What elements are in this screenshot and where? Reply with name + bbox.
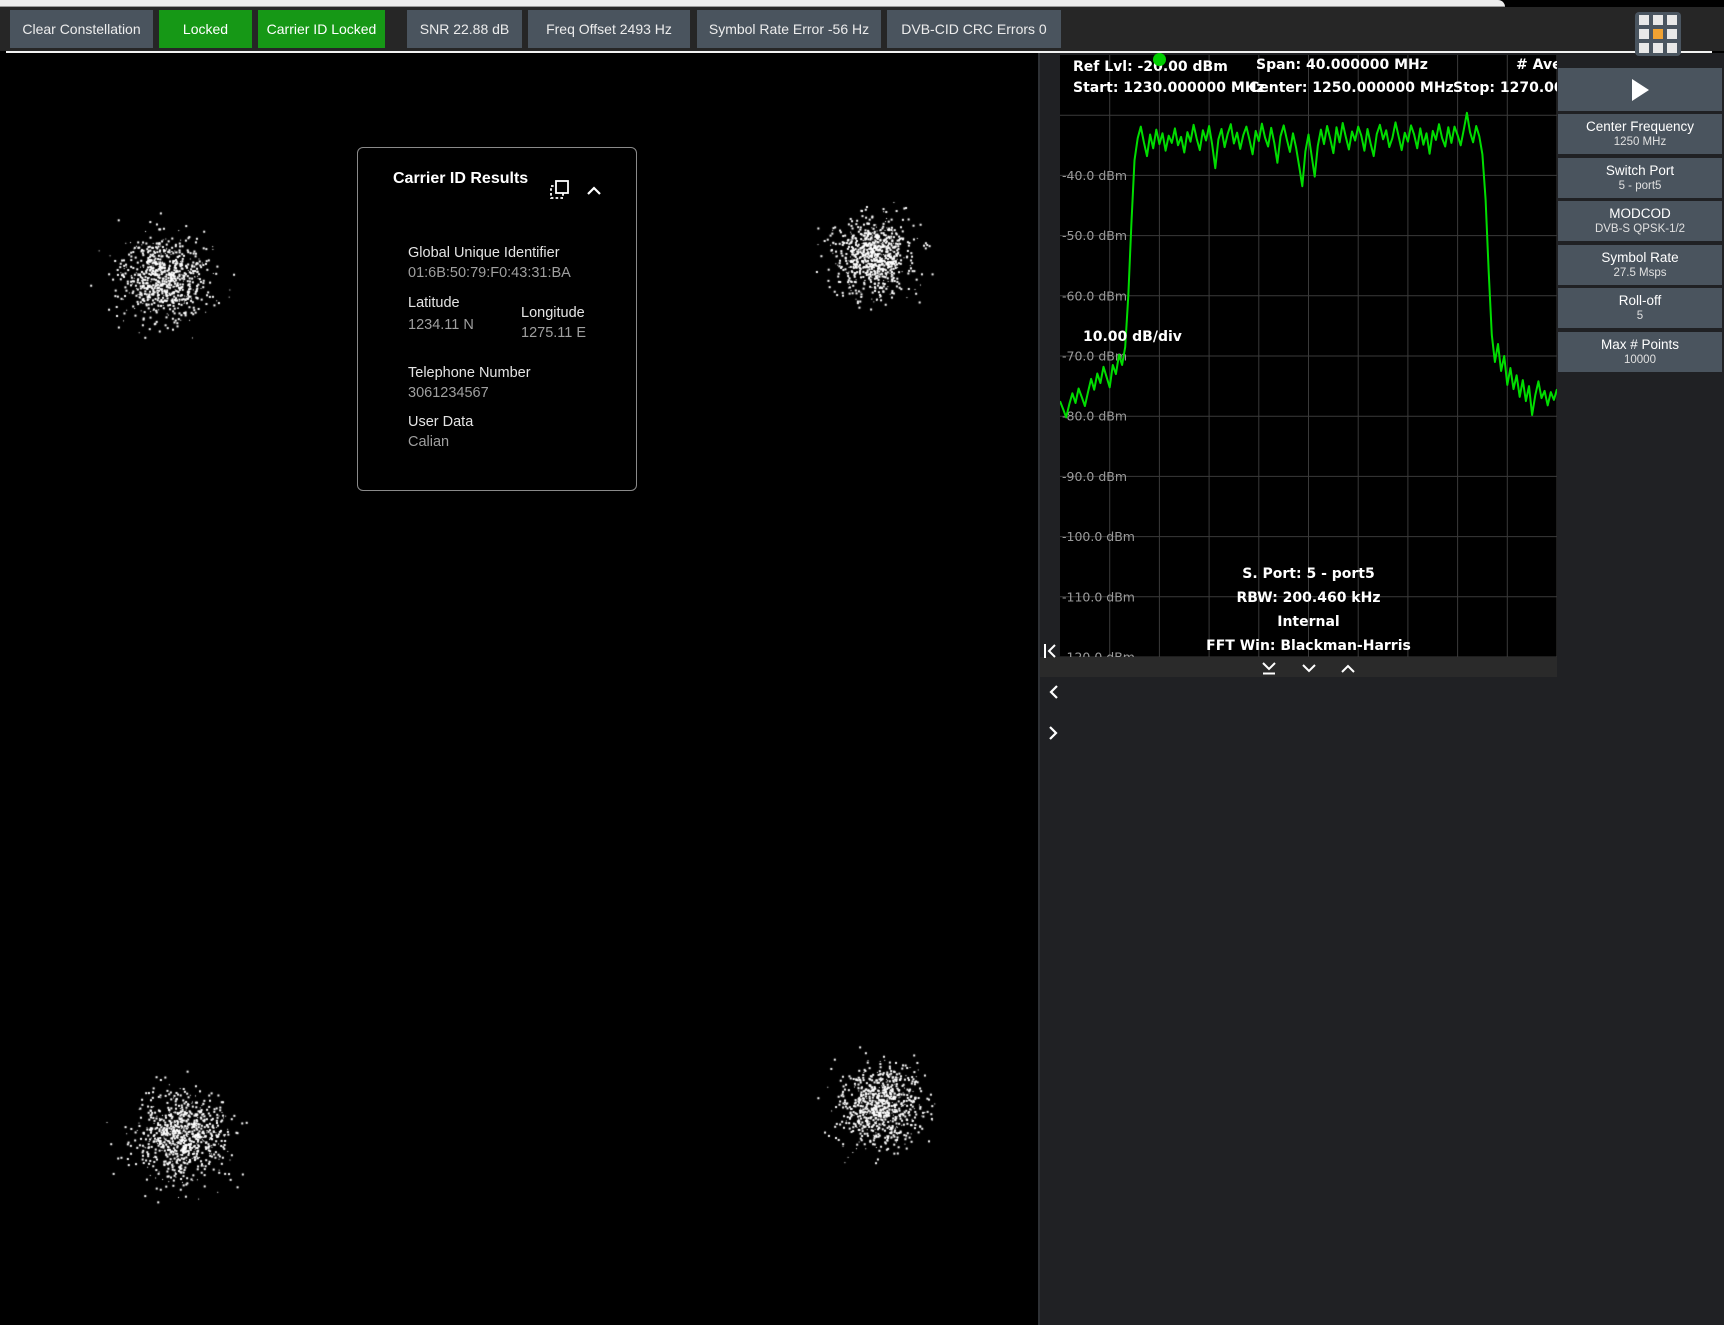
setting-label: Roll-off (1619, 292, 1662, 309)
freq-offset-readout[interactable]: Freq Offset 2493 Hz (528, 10, 690, 48)
chevron-left-icon[interactable] (1046, 684, 1060, 700)
panel-title: Carrier ID Results (393, 170, 528, 188)
setting-label: Max # Points (1601, 336, 1679, 353)
collapse-to-left-icon[interactable] (1043, 643, 1057, 659)
symbol-rate-error-readout[interactable]: Symbol Rate Error -56 Hz (697, 10, 881, 48)
center-freq-readout: Center: 1250.000000 MHz (1249, 80, 1454, 96)
grid-cell (1639, 43, 1649, 53)
longitude-value: 1275.11 E (521, 325, 586, 341)
snr-readout[interactable]: SNR 22.88 dB (407, 10, 522, 48)
play-icon (1632, 79, 1649, 101)
rbw-readout: RBW: 200.460 kHz (1060, 586, 1557, 610)
setting-value: 5 - port5 (1619, 179, 1662, 194)
guid-value: 01:6B:50:79:F0:43:31:BA (408, 265, 571, 281)
chevron-right-icon[interactable] (1046, 725, 1060, 741)
sidebar-symbol-rate[interactable]: Symbol Rate 27.5 Msps (1558, 245, 1722, 285)
setting-label: Switch Port (1606, 162, 1674, 179)
grid-cell-active (1653, 29, 1663, 39)
setting-label: Symbol Rate (1601, 249, 1678, 266)
grid-cell (1667, 15, 1677, 25)
latitude-label: Latitude (408, 295, 460, 311)
y-axis-tick-label: -90.0 dBm (1062, 469, 1127, 484)
y-axis-tick-label: -100.0 dBm (1062, 529, 1135, 544)
reference-readout: Internal (1060, 610, 1557, 634)
locked-status-badge[interactable]: Locked (159, 10, 252, 48)
y-axis-tick-label: -80.0 dBm (1062, 409, 1127, 424)
toolbar-separator (6, 51, 1712, 53)
setting-value: 27.5 Msps (1613, 266, 1666, 281)
sidebar-max-points[interactable]: Max # Points 10000 (1558, 332, 1722, 372)
y-axis-tick-label: -40.0 dBm (1062, 168, 1127, 183)
longitude-label: Longitude (521, 305, 585, 321)
sidebar-roll-off[interactable]: Roll-off 5 (1558, 288, 1722, 328)
grid-cell (1667, 29, 1677, 39)
setting-value: 5 (1637, 309, 1643, 324)
app-grid-icon[interactable] (1635, 12, 1681, 56)
collapse-chevron-up-icon[interactable] (586, 185, 602, 197)
copy-icon[interactable] (548, 178, 572, 202)
latitude-value: 1234.11 N (408, 315, 480, 335)
sidebar-modcod[interactable]: MODCOD DVB-S QPSK-1/2 (1558, 201, 1722, 241)
telephone-value: 3061234567 (408, 385, 489, 401)
telephone-label: Telephone Number (408, 365, 531, 381)
sidebar-switch-port[interactable]: Switch Port 5 - port5 (1558, 158, 1722, 198)
span-readout: Span: 40.000000 MHz (1256, 57, 1428, 73)
source-port-readout: S. Port: 5 - port5 (1060, 562, 1557, 586)
carrier-id-results-panel: Carrier ID Results Global Unique Identif… (357, 147, 637, 491)
status-toolbar: Clear Constellation Locked Carrier ID Lo… (0, 7, 1724, 51)
setting-label: MODCOD (1609, 205, 1671, 222)
y-axis-tick-label: -50.0 dBm (1062, 228, 1127, 243)
db-per-div-readout: 10.00 dB/div (1083, 329, 1182, 345)
setting-value: DVB-S QPSK-1/2 (1595, 222, 1685, 237)
dock-bottom-icon[interactable] (1261, 661, 1277, 675)
grid-cell (1639, 15, 1649, 25)
setting-label: Center Frequency (1586, 118, 1694, 135)
ref-level-readout: Ref Lvl: -20.00 dBm (1073, 59, 1228, 75)
stop-freq-readout: Stop: 1270.000 (1453, 80, 1557, 96)
chevron-down-icon[interactable] (1301, 662, 1317, 676)
clear-constellation-button[interactable]: Clear Constellation (10, 10, 153, 48)
chevron-up-icon[interactable] (1340, 662, 1356, 676)
grid-cell (1667, 43, 1677, 53)
sweep-active-indicator (1153, 53, 1166, 66)
spectrum-control-band (1040, 657, 1557, 677)
setting-value: 10000 (1624, 353, 1656, 368)
spectrum-footer: S. Port: 5 - port5 RBW: 200.460 kHz Inte… (1060, 562, 1557, 658)
grid-cell (1639, 29, 1649, 39)
crc-errors-readout[interactable]: DVB-CID CRC Errors 0 (887, 10, 1061, 48)
fft-window-readout: FFT Win: Blackman-Harris (1060, 634, 1557, 658)
setting-value: 1250 MHz (1614, 135, 1666, 150)
sidebar-center-frequency[interactable]: Center Frequency 1250 MHz (1558, 114, 1722, 154)
start-freq-readout: Start: 1230.000000 MHz (1073, 80, 1265, 96)
grid-cell (1653, 43, 1663, 53)
y-axis-tick-label: -60.0 dBm (1062, 288, 1127, 303)
play-button[interactable] (1558, 68, 1722, 111)
userdata-label: User Data (408, 414, 473, 430)
averages-readout: # Ave (1516, 57, 1557, 73)
carrier-id-locked-badge[interactable]: Carrier ID Locked (258, 10, 385, 48)
window-top-edge (0, 0, 1505, 7)
guid-label: Global Unique Identifier (408, 245, 560, 261)
app-window: -40.0 dBm-50.0 dBm-60.0 dBm-70.0 dBm-80.… (0, 0, 1724, 1325)
userdata-value: Calian (408, 434, 449, 450)
grid-cell (1653, 15, 1663, 25)
